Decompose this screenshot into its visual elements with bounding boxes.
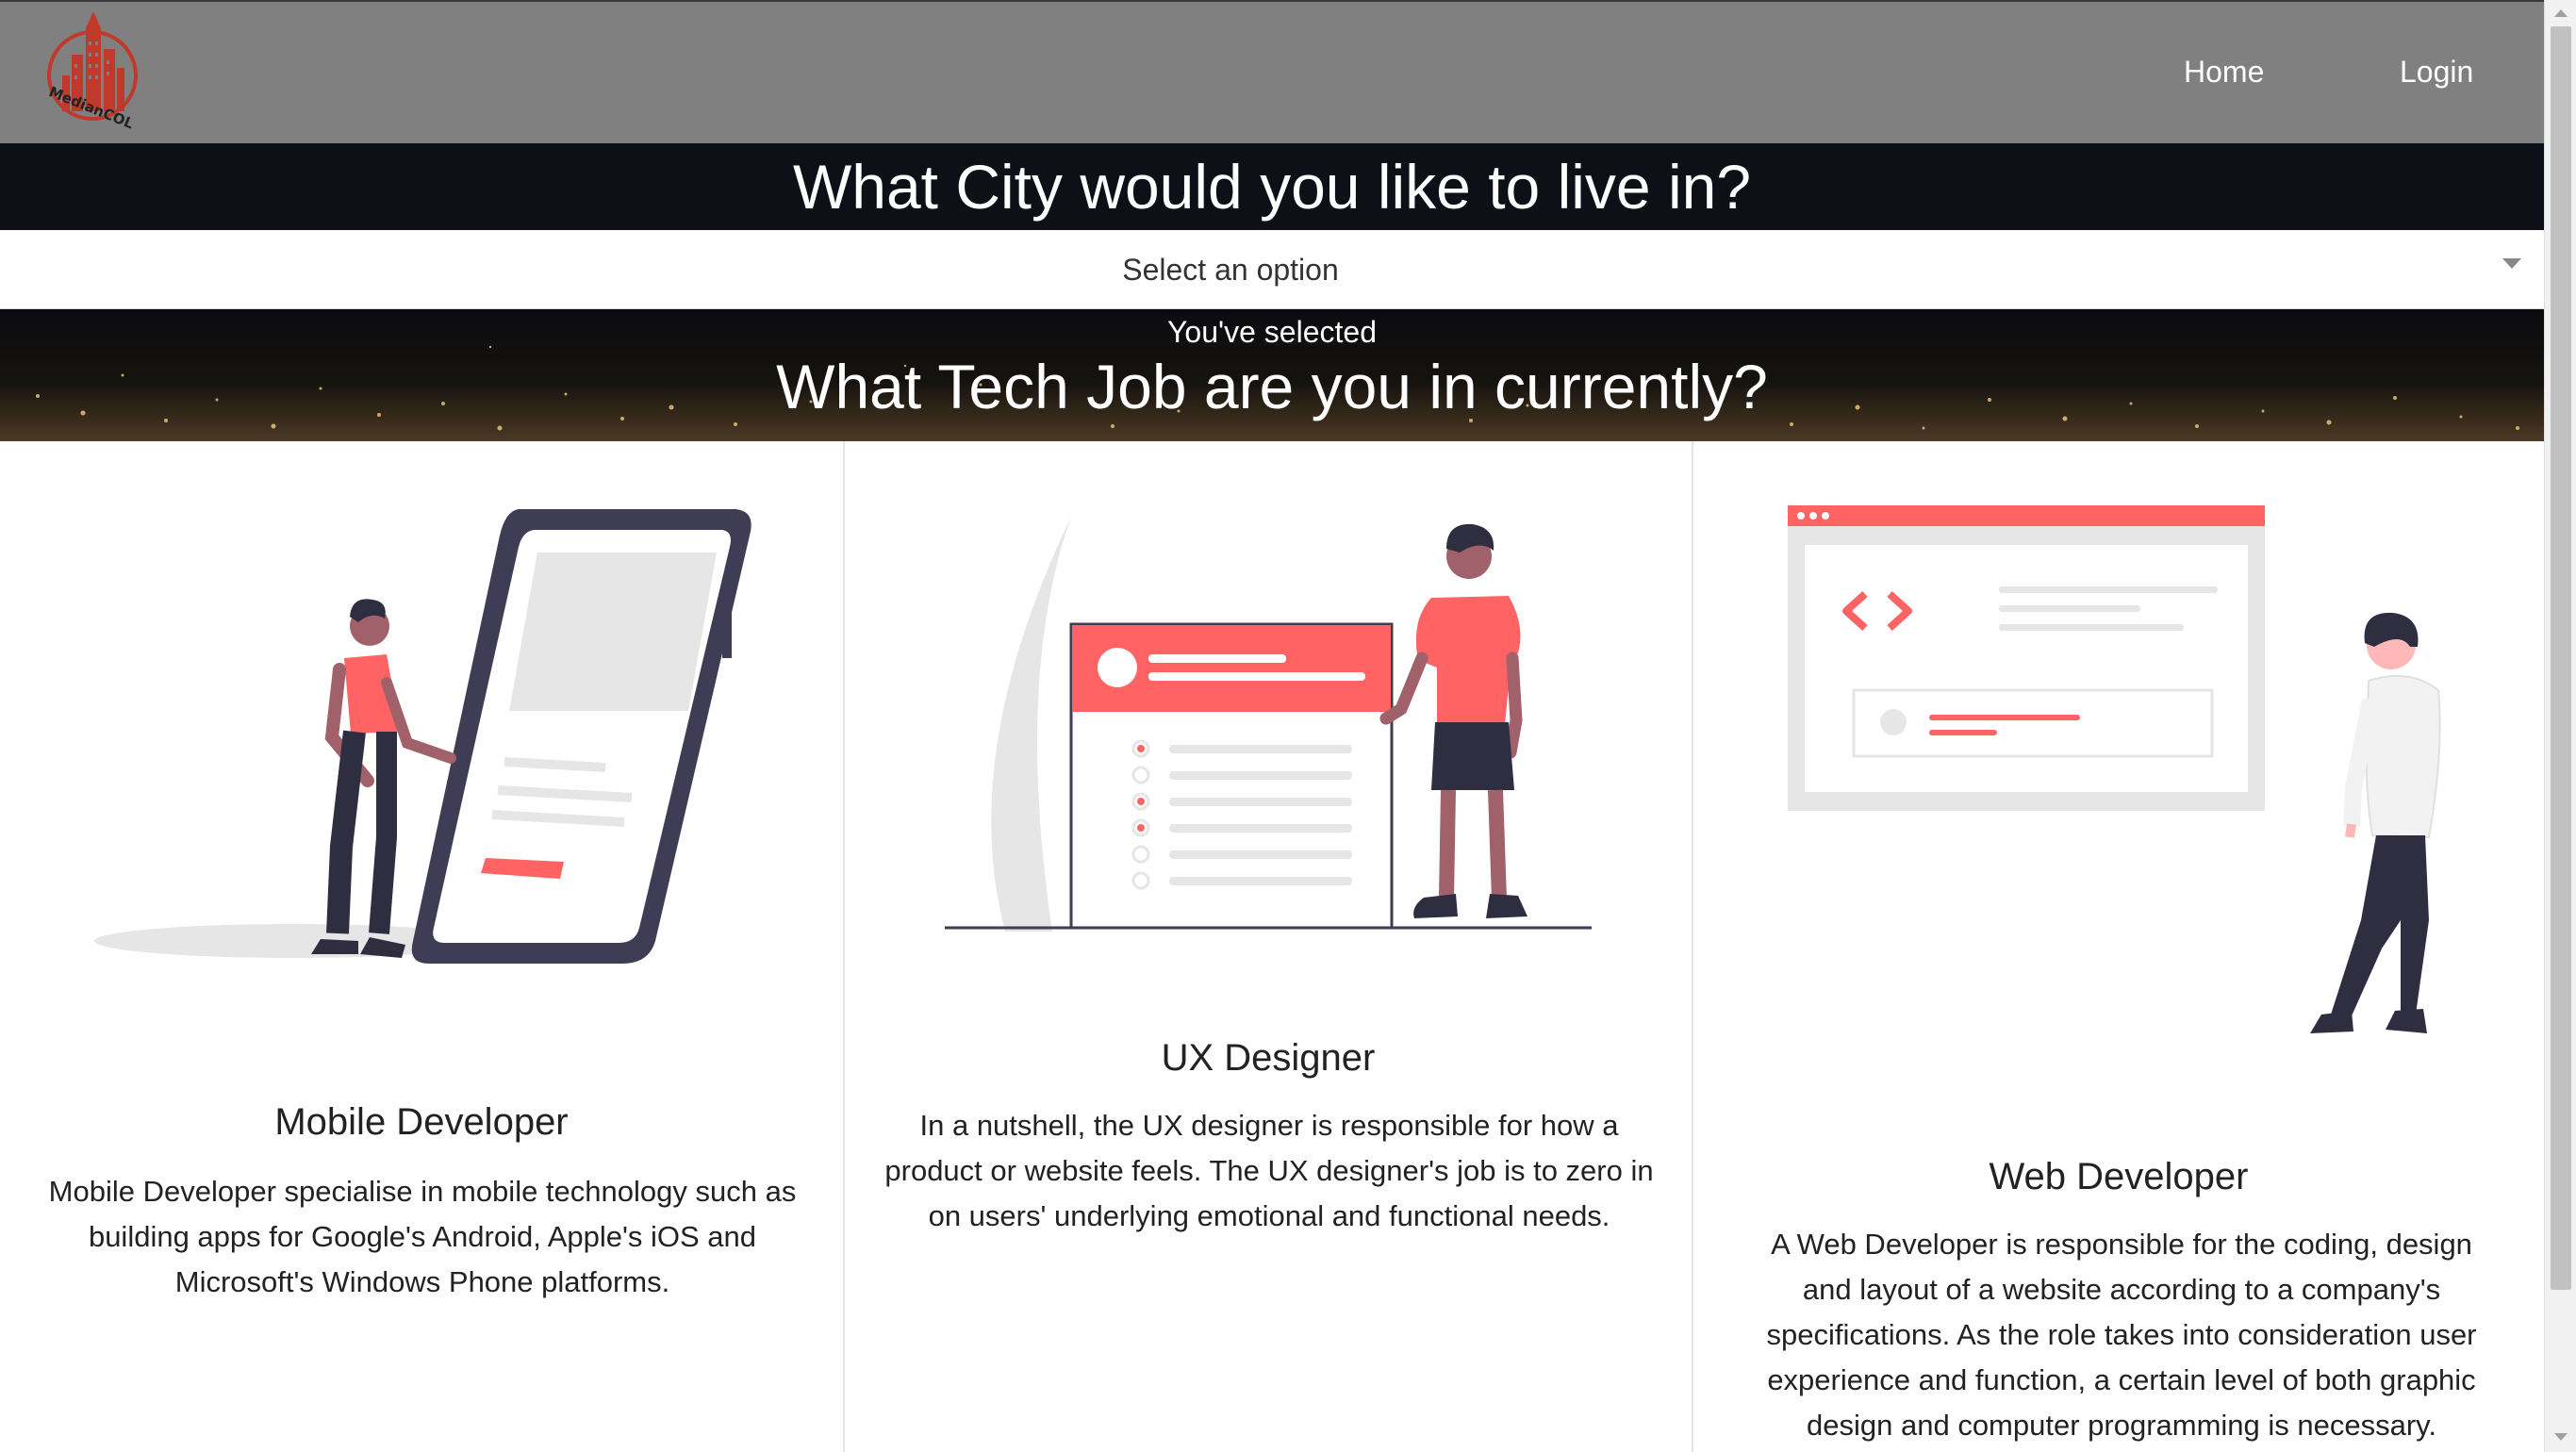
page: MedianCOL Home Login What City would you… bbox=[0, 0, 2576, 1452]
selected-label: You've selected bbox=[1167, 315, 1377, 349]
nav-login-link[interactable]: Login bbox=[2400, 55, 2473, 90]
city-select-placeholder: Select an option bbox=[1122, 253, 1339, 287]
job-card-ux-designer[interactable]: UX Designer In a nutshell, the UX design… bbox=[845, 441, 1693, 1452]
mobile-developer-illustration bbox=[94, 509, 751, 964]
job-title-mobile-developer: Mobile Developer bbox=[274, 1101, 569, 1143]
mediancol-logo[interactable]: MedianCOL bbox=[34, 8, 157, 140]
web-developer-illustration bbox=[1788, 505, 2441, 1033]
job-question-band: You've selected What Tech Job are you in… bbox=[0, 309, 2544, 441]
scroll-up-arrow-icon[interactable] bbox=[2554, 9, 2568, 17]
job-title-ux-designer: UX Designer bbox=[1161, 1037, 1376, 1079]
city-select[interactable]: Select an option bbox=[0, 230, 2544, 309]
city-question-band: What City would you like to live in? bbox=[0, 143, 2544, 230]
ux-designer-illustration bbox=[945, 517, 1592, 932]
job-description-mobile-developer: Mobile Developer specialise in mobile te… bbox=[48, 1175, 797, 1298]
city-question-heading: What City would you like to live in? bbox=[792, 152, 1752, 222]
page-scrollbar[interactable] bbox=[2544, 0, 2576, 1452]
nav-home-link[interactable]: Home bbox=[2184, 55, 2264, 90]
job-title-web-developer: Web Developer bbox=[1989, 1156, 2249, 1197]
job-cards: Mobile Developer Mobile Developer specia… bbox=[0, 441, 2544, 1452]
navbar: MedianCOL Home Login bbox=[0, 0, 2544, 143]
job-card-web-developer[interactable]: Web Developer A Web Developer is respons… bbox=[1693, 441, 2544, 1452]
scroll-down-arrow-icon[interactable] bbox=[2554, 1433, 2568, 1441]
job-question-heading: What Tech Job are you in currently? bbox=[776, 352, 1768, 421]
job-description-web-developer: A Web Developer is responsible for the c… bbox=[1766, 1228, 2477, 1442]
scrollbar-thumb[interactable] bbox=[2551, 26, 2571, 1290]
chevron-down-icon[interactable] bbox=[2502, 258, 2521, 269]
job-description-ux-designer: In a nutshell, the UX designer is respon… bbox=[884, 1109, 1654, 1232]
job-card-mobile-developer[interactable]: Mobile Developer Mobile Developer specia… bbox=[0, 441, 845, 1452]
